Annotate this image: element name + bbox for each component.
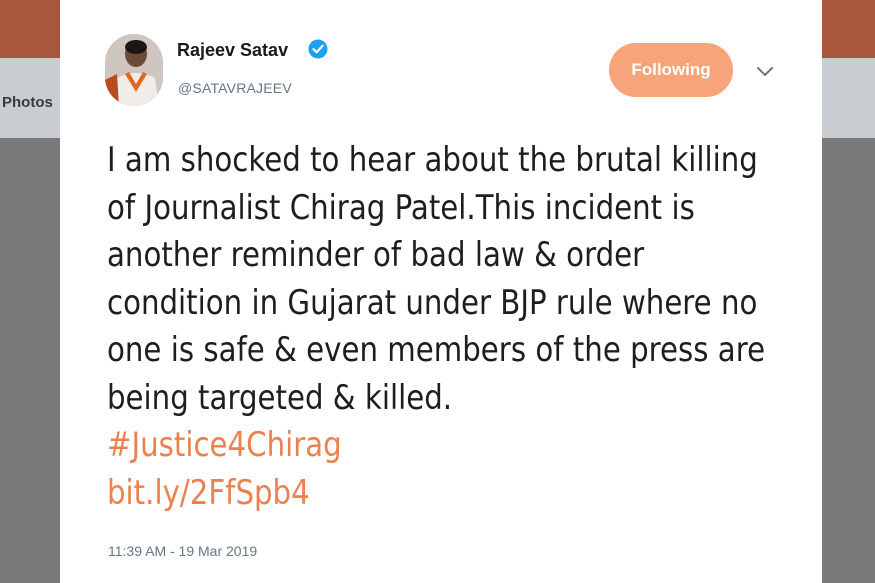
avatar[interactable] <box>105 34 163 106</box>
tweet-body: I am shocked to hear about the brutal ki… <box>107 137 766 518</box>
tweet-text-line: being targeted & killed. <box>107 377 453 418</box>
hashtag-link[interactable]: #Justice4Chirag <box>107 422 709 470</box>
author-handle[interactable]: @SATAVRAJEEV <box>178 80 292 96</box>
author-name[interactable]: Rajeev Satav <box>177 40 288 61</box>
url-link[interactable]: bit.ly/2FfSpb4 <box>107 470 709 518</box>
verified-badge-icon <box>308 39 328 59</box>
tweet-text-line: another reminder of bad law & order <box>107 235 645 275</box>
tweet-text-line: of Journalist Chirag Patel.This incident… <box>107 187 695 228</box>
tweet-text-line: one is safe & even members of the press … <box>107 330 766 370</box>
tweet-text-line: I am shocked to hear about the brutal ki… <box>107 140 758 180</box>
tweet-timestamp[interactable]: 11:39 AM - 19 Mar 2019 <box>108 543 257 559</box>
following-button[interactable]: Following <box>609 43 733 97</box>
tweet-text-line: condition in Gujarat under BJP rule wher… <box>107 282 758 323</box>
chevron-down-icon[interactable] <box>756 66 774 78</box>
nav-tab-photos[interactable]: Photos <box>2 94 53 111</box>
